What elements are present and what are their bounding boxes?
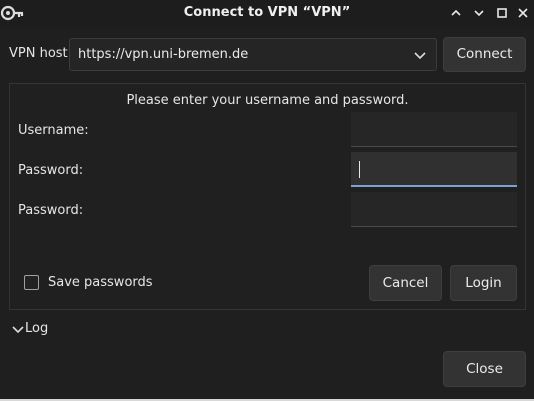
username-label: Username: [18, 123, 89, 138]
log-label: Log [25, 321, 49, 336]
vpn-host-label: VPN host [9, 46, 68, 61]
vpn-host-select[interactable]: https://vpn.uni-bremen.de [69, 38, 437, 71]
vpn-host-value: https://vpn.uni-bremen.de [78, 47, 249, 62]
connect-button[interactable]: Connect [443, 37, 526, 72]
restore-icon[interactable] [495, 6, 509, 20]
password-confirm-label: Password: [18, 203, 84, 218]
password-label: Password: [18, 163, 84, 178]
username-field[interactable] [351, 112, 517, 147]
text-caret [359, 161, 360, 178]
login-button[interactable]: Login [450, 265, 517, 301]
minimize-icon[interactable] [449, 6, 463, 20]
chevron-down-icon[interactable] [414, 50, 426, 60]
save-passwords-label[interactable]: Save passwords [48, 275, 153, 290]
title-bar: Connect to VPN “VPN” [0, 0, 534, 28]
close-icon[interactable] [516, 6, 530, 20]
close-button[interactable]: Close [443, 351, 526, 387]
save-passwords-checkbox[interactable] [24, 275, 39, 290]
password-field[interactable] [351, 152, 517, 187]
maximize-icon[interactable] [472, 6, 486, 20]
auth-prompt: Please enter your username and password. [126, 93, 409, 108]
chevron-down-icon [12, 324, 24, 334]
credentials-panel: Please enter your username and password.… [9, 83, 526, 310]
password-confirm-field[interactable] [351, 192, 517, 227]
cancel-button[interactable]: Cancel [369, 265, 442, 301]
